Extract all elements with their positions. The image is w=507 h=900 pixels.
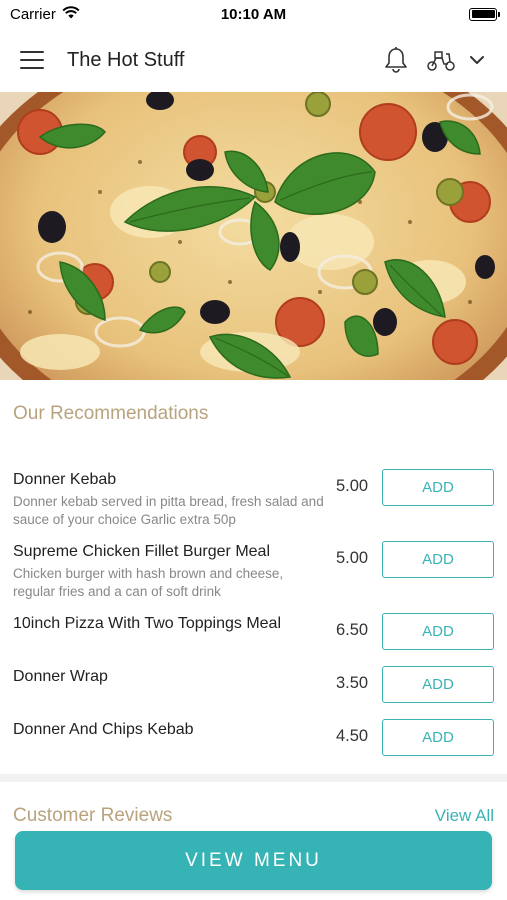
hero-pizza-image xyxy=(0,92,507,380)
item-price: 5.00 xyxy=(336,477,369,495)
recommendations-title: Our Recommendations xyxy=(13,403,209,424)
add-button[interactable]: ADD xyxy=(382,666,494,703)
hamburger-menu-icon[interactable] xyxy=(20,51,44,69)
item-price: 6.50 xyxy=(336,621,369,639)
add-button[interactable]: ADD xyxy=(382,541,494,578)
add-button[interactable]: ADD xyxy=(382,719,494,756)
app-header: The Hot Stuff xyxy=(0,28,507,92)
item-name: Donner Kebab xyxy=(13,471,117,488)
add-button[interactable]: ADD xyxy=(382,613,494,650)
bell-icon[interactable] xyxy=(381,45,411,75)
section-divider xyxy=(0,774,507,782)
item-name: Donner Wrap xyxy=(13,668,108,685)
item-price: 5.00 xyxy=(336,549,369,567)
item-description: Donner kebab served in pitta bread, fres… xyxy=(13,494,324,527)
status-bar: Carrier 10:10 AM xyxy=(0,0,507,28)
item-price: 3.50 xyxy=(336,674,369,692)
status-left: Carrier xyxy=(10,6,80,23)
chevron-down-icon[interactable] xyxy=(467,45,487,75)
battery-icon xyxy=(469,7,500,21)
item-name: Donner And Chips Kebab xyxy=(13,721,194,738)
page-title: The Hot Stuff xyxy=(67,48,185,71)
item-name: Supreme Chicken Fillet Burger Meal xyxy=(13,543,270,560)
scooter-icon[interactable] xyxy=(425,45,457,75)
carrier-label: Carrier xyxy=(10,5,56,23)
item-description: Chicken burger with hash brown and chees… xyxy=(13,566,284,599)
item-name: 10inch Pizza With Two Toppings Meal xyxy=(13,615,281,632)
view-menu-button[interactable]: VIEW MENU xyxy=(15,831,492,890)
add-button[interactable]: ADD xyxy=(382,469,494,506)
wifi-icon xyxy=(62,5,80,23)
item-price: 4.50 xyxy=(336,727,369,745)
